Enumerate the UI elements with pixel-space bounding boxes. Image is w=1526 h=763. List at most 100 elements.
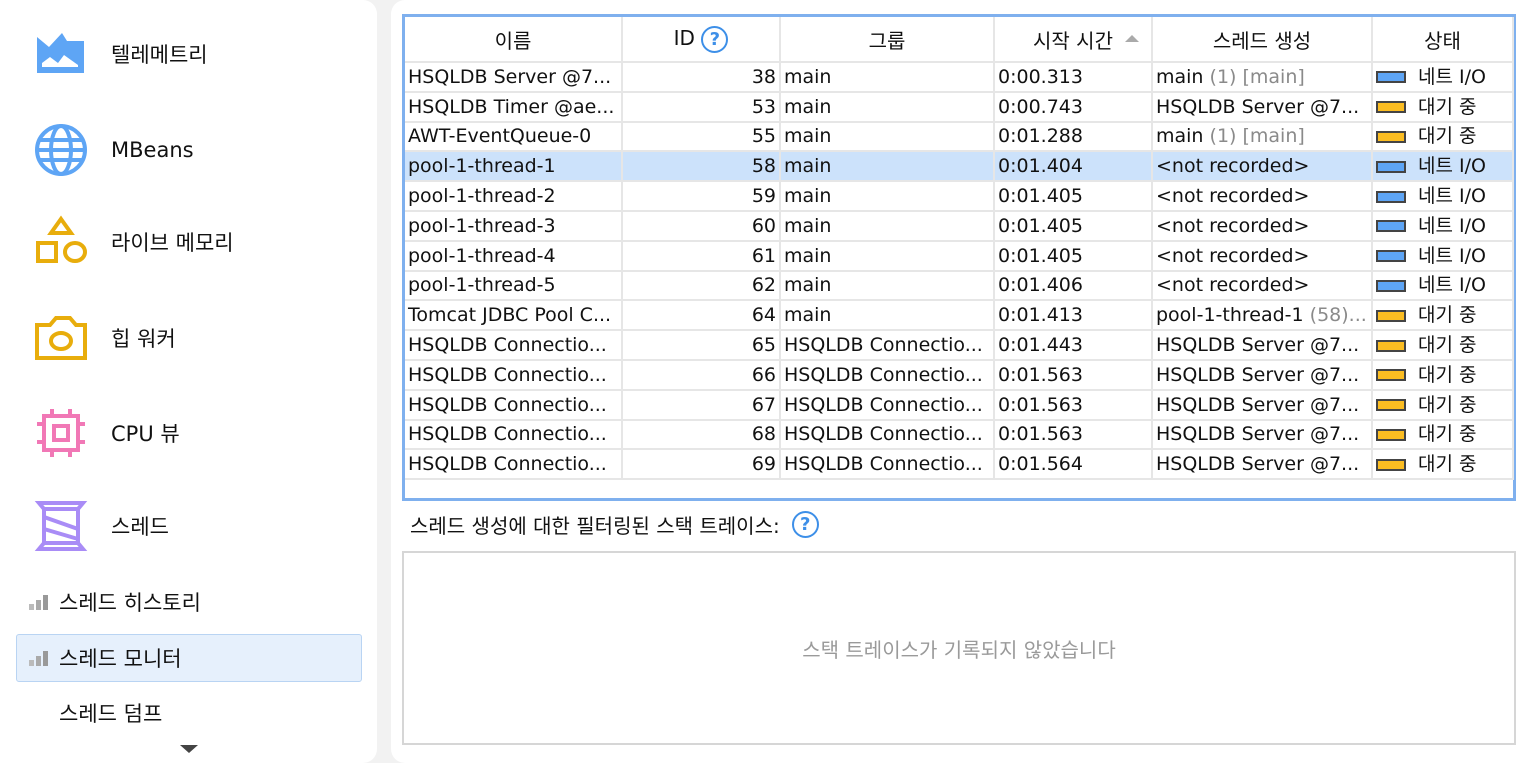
creator-name: main [1156, 125, 1204, 148]
table-row[interactable]: AWT-EventQueue-0 55 main 0:01.288 main (… [405, 121, 1514, 153]
cell-name: pool-1-thread-3 [405, 210, 623, 242]
column-header-id[interactable]: ID ? [622, 17, 781, 63]
table-row[interactable]: pool-1-thread-2 59 main 0:01.405 <not re… [405, 181, 1514, 212]
creator-name: <not recorded> [1156, 155, 1310, 178]
cell-group: main [780, 300, 995, 332]
cell-name: HSQLDB Server @7... [405, 62, 623, 93]
sidebar-item-label: 스레드 모니터 [59, 647, 182, 671]
cell-start-time: 0:01.563 [994, 419, 1153, 451]
cell-group: main [780, 121, 995, 153]
cell-creator: <not recorded> [1152, 181, 1373, 212]
column-header-group[interactable]: 그룹 [780, 17, 995, 63]
cell-name: pool-1-thread-1 [405, 151, 623, 183]
column-header-name[interactable]: 이름 [405, 17, 623, 63]
cell-state: 네트 I/O [1372, 270, 1514, 302]
state-label: 네트 I/O [1418, 65, 1486, 88]
table-row[interactable]: pool-1-thread-3 60 main 0:01.405 <not re… [405, 210, 1514, 242]
table-row[interactable]: pool-1-thread-5 62 main 0:01.406 <not re… [405, 270, 1514, 302]
cell-group: HSQLDB Connectio... [780, 419, 995, 451]
creator-detail: (1) [main] [1209, 125, 1305, 148]
creator-name: HSQLDB Server @7... [1156, 95, 1360, 118]
cell-start-time: 0:01.405 [994, 210, 1153, 242]
creator-name: <not recorded> [1156, 185, 1310, 208]
sidebar-item-thread-monitor[interactable]: 스레드 모니터 [16, 634, 362, 682]
table-row[interactable]: HSQLDB Connectio... 69 HSQLDB Connectio.… [405, 449, 1514, 481]
state-label: 네트 I/O [1418, 244, 1486, 267]
stack-trace-panel[interactable]: 스택 트레이스가 기록되지 않았습니다 [402, 551, 1516, 745]
cell-group: main [780, 240, 995, 272]
cell-group: HSQLDB Connectio... [780, 449, 995, 481]
cell-name: HSQLDB Connectio... [405, 449, 623, 481]
state-label: 네트 I/O [1418, 214, 1486, 237]
cell-start-time: 0:01.404 [994, 151, 1153, 183]
spool-icon [34, 501, 88, 551]
column-header-start-time[interactable]: 시작 시간 [994, 17, 1153, 63]
table-row[interactable]: HSQLDB Server @7... 38 main 0:00.313 mai… [405, 62, 1514, 93]
cell-state: 네트 I/O [1372, 151, 1514, 183]
cell-id: 60 [622, 210, 781, 242]
cell-name: pool-1-thread-5 [405, 270, 623, 302]
cell-group: main [780, 151, 995, 183]
cell-group: HSQLDB Connectio... [780, 359, 995, 391]
thread-table[interactable]: 이름 ID ? 그룹 시작 시간 스레드 생성 상태 HSQLDB Server… [402, 14, 1516, 501]
cell-creator: HSQLDB Server @7... [1152, 449, 1373, 481]
cell-id: 58 [622, 151, 781, 183]
shapes-icon [36, 215, 87, 263]
cell-state: 네트 I/O [1372, 62, 1514, 93]
table-row[interactable]: HSQLDB Connectio... 67 HSQLDB Connectio.… [405, 389, 1514, 421]
state-label: 대기 중 [1418, 423, 1477, 446]
sidebar-item-telemetry[interactable]: 텔레메트리 [34, 24, 208, 84]
sidebar-item-mbeans[interactable]: MBeans [34, 120, 194, 180]
creator-detail: (1) [main] [1209, 65, 1305, 88]
table-row[interactable]: HSQLDB Connectio... 66 HSQLDB Connectio.… [405, 359, 1514, 391]
cell-creator: HSQLDB Server @7... [1152, 91, 1373, 123]
cell-state: 대기 중 [1372, 91, 1514, 123]
help-icon[interactable]: ? [791, 511, 819, 538]
cell-name: HSQLDB Connectio... [405, 359, 623, 391]
table-row[interactable]: HSQLDB Connectio... 65 HSQLDB Connectio.… [405, 330, 1514, 361]
creator-name: <not recorded> [1156, 244, 1310, 267]
header-label: 이름 [494, 28, 532, 53]
telemetry-icon [37, 33, 84, 73]
cell-start-time: 0:00.743 [994, 91, 1153, 123]
cell-group: main [780, 62, 995, 93]
cell-start-time: 0:01.413 [994, 300, 1153, 332]
cell-id: 55 [622, 121, 781, 153]
empty-message: 스택 트레이스가 기록되지 않았습니다 [802, 637, 1116, 662]
cell-name: HSQLDB Connectio... [405, 389, 623, 421]
table-row[interactable]: HSQLDB Connectio... 68 HSQLDB Connectio.… [405, 419, 1514, 451]
cell-state: 네트 I/O [1372, 240, 1514, 272]
cell-start-time: 0:01.563 [994, 359, 1153, 391]
bar-chart-icon [29, 595, 48, 610]
sidebar-item-live-memory[interactable]: 라이브 메모리 [34, 212, 234, 272]
sidebar-item-heap-walker[interactable]: 힙 워커 [34, 308, 176, 368]
sidebar-item-label: 스레드 [111, 515, 169, 539]
sidebar-item-cpu-view[interactable]: CPU 뷰 [34, 403, 180, 463]
cell-creator: <not recorded> [1152, 151, 1373, 183]
cell-creator: main (1) [main] [1152, 121, 1373, 153]
table-row[interactable]: pool-1-thread-1 58 main 0:01.404 <not re… [405, 151, 1514, 183]
state-swatch-icon [1376, 399, 1406, 412]
sidebar-item-label: 스레드 덤프 [59, 702, 163, 726]
help-icon[interactable]: ? [701, 25, 729, 53]
cell-id: 64 [622, 300, 781, 332]
column-header-creator[interactable]: 스레드 생성 [1152, 17, 1373, 63]
sidebar-item-thread-dump[interactable]: 스레드 덤프 [16, 689, 362, 737]
cell-name: pool-1-thread-2 [405, 181, 623, 212]
cell-name: pool-1-thread-4 [405, 240, 623, 272]
cell-start-time: 0:01.443 [994, 330, 1153, 361]
state-swatch-icon [1376, 369, 1406, 382]
table-row[interactable]: pool-1-thread-4 61 main 0:01.405 <not re… [405, 240, 1514, 272]
cell-group: HSQLDB Connectio... [780, 389, 995, 421]
scroll-down-arrow-icon[interactable] [180, 745, 198, 753]
table-row[interactable]: HSQLDB Timer @ae... 53 main 0:00.743 HSQ… [405, 91, 1514, 123]
cell-creator: pool-1-thread-1 (58)... [1152, 300, 1373, 332]
cell-start-time: 0:00.313 [994, 62, 1153, 93]
cell-creator: main (1) [main] [1152, 62, 1373, 93]
sidebar: 텔레메트리 MBeans 라이브 메모리 힙 워커 CPU 뷰 스레드 스레드 … [0, 0, 377, 763]
cell-name: HSQLDB Connectio... [405, 419, 623, 451]
sidebar-item-threads[interactable]: 스레드 [34, 496, 169, 556]
sidebar-item-thread-history[interactable]: 스레드 히스토리 [16, 578, 362, 626]
column-header-state[interactable]: 상태 [1372, 17, 1514, 63]
table-row[interactable]: Tomcat JDBC Pool C... 64 main 0:01.413 p… [405, 300, 1514, 332]
